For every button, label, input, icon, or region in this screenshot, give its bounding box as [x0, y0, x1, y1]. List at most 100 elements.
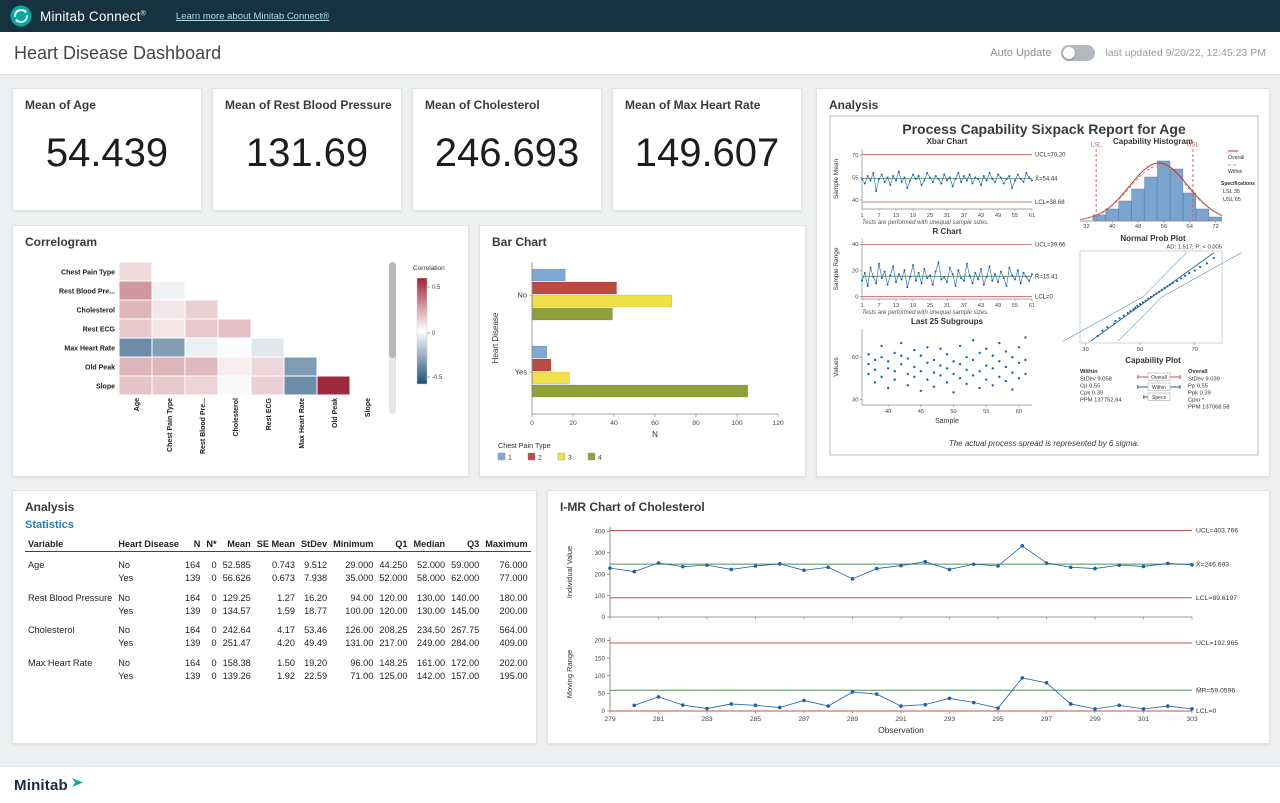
svg-text:55: 55	[983, 409, 989, 415]
svg-text:291: 291	[895, 716, 907, 723]
svg-text:400: 400	[594, 528, 605, 535]
svg-text:Cpk 0.39: Cpk 0.39	[1080, 391, 1103, 397]
svg-text:Sample Mean: Sample Mean	[833, 159, 840, 199]
svg-text:50: 50	[950, 409, 956, 415]
table-row: Yes139056.6260.6737.93835.00052.00058.00…	[25, 572, 531, 585]
statistics-tab-link[interactable]: Statistics	[25, 519, 74, 531]
svg-text:LCL=89.6197: LCL=89.6197	[1196, 595, 1237, 602]
svg-text:299: 299	[1089, 716, 1101, 723]
svg-text:-0.5: -0.5	[432, 375, 443, 381]
svg-text:Overall: Overall	[1151, 375, 1167, 381]
svg-text:20: 20	[569, 420, 577, 427]
svg-text:Slope: Slope	[96, 384, 115, 391]
correlogram-scrollbar[interactable]	[389, 262, 396, 414]
column-header: Mean	[220, 537, 254, 552]
auto-update-toggle[interactable]	[1061, 45, 1095, 61]
svg-text:StDev 9.058: StDev 9.058	[1080, 377, 1112, 383]
toggle-knob	[1063, 47, 1075, 59]
svg-text:Individual Value: Individual Value	[565, 546, 574, 598]
svg-text:Values: Values	[833, 357, 840, 377]
svg-text:13: 13	[893, 303, 899, 309]
svg-text:1: 1	[860, 213, 863, 219]
svg-text:Sample: Sample	[935, 418, 959, 425]
table-row: CholesterolNo1640242.644.1753.46126.0020…	[25, 617, 531, 637]
panel-title: Analysis	[817, 89, 1269, 112]
svg-text:Rest Blood Pre...: Rest Blood Pre...	[59, 289, 115, 296]
correlogram-card: Correlogram Chest Pain TypeRest Blood Pr…	[12, 225, 469, 477]
kpi-card-mean-max-hr: Mean of Max Heart Rate 149.607	[612, 88, 802, 211]
svg-text:37: 37	[961, 303, 967, 309]
panel-title: Bar Chart	[480, 226, 805, 249]
panel-title: I-MR Chart of Cholesterol	[548, 491, 1269, 514]
correlation-heatmap: Chest Pain Type Rest Blood Pre... Choleste…	[59, 262, 372, 454]
svg-text:StDev 9.039: StDev 9.039	[1188, 377, 1220, 383]
scrollbar-thumb[interactable]	[389, 262, 396, 358]
svg-text:283: 283	[701, 716, 713, 723]
svg-text:0: 0	[601, 614, 605, 621]
column-header: N*	[203, 537, 219, 552]
bar-chart-legend: Chest Pain Type1234	[498, 441, 602, 462]
moving-range-chart: 050100150200Moving RangeUCL=192.965M̄R=5…	[565, 637, 1238, 723]
svg-text:295: 295	[992, 716, 1004, 723]
kpi-card-mean-cholesterol: Mean of Cholesterol 246.693	[412, 88, 602, 211]
grouped-bar-chart: Heart DiseaseNoYes020406080100120N	[491, 262, 784, 439]
svg-text:0: 0	[530, 420, 534, 427]
svg-text:Cp 0.55: Cp 0.55	[1080, 384, 1100, 390]
svg-text:Max Heart Rate: Max Heart Rate	[64, 346, 115, 353]
svg-text:Rest ECG: Rest ECG	[266, 397, 273, 430]
learn-more-link[interactable]: Learn more about Minitab Connect®	[176, 11, 329, 22]
svg-text:285: 285	[750, 716, 762, 723]
correlation-legend: Correlation0.50-0.5	[413, 265, 445, 384]
process-capability-sixpack-report: Process Capability Sixpack Report for Ag…	[822, 115, 1262, 467]
svg-text:Normal Prob Plot: Normal Prob Plot	[1120, 234, 1186, 243]
brand-name: Minitab Connect®	[40, 9, 146, 24]
svg-text:Observation: Observation	[878, 725, 924, 735]
svg-text:7: 7	[877, 303, 880, 309]
svg-text:297: 297	[1041, 716, 1053, 723]
svg-text:20: 20	[852, 268, 858, 274]
column-header: Median	[411, 537, 449, 552]
title-bar: Heart Disease Dashboard Auto Update last…	[0, 32, 1280, 75]
svg-text:61: 61	[1029, 303, 1035, 309]
svg-text:60: 60	[651, 420, 659, 427]
column-header: StDev	[298, 537, 330, 552]
svg-text:PPM 137068.58: PPM 137068.58	[1188, 405, 1230, 411]
table-row: Yes1390251.474.2049.49131.00217.00249.00…	[25, 637, 531, 650]
table-row: Rest Blood PressureNo1640129.251.2716.20…	[25, 585, 531, 605]
svg-text:40: 40	[852, 242, 858, 248]
svg-text:Cholesterol: Cholesterol	[233, 398, 240, 437]
svg-text:1: 1	[860, 303, 863, 309]
svg-text:LSL: LSL	[1091, 143, 1102, 149]
svg-text:0: 0	[432, 331, 436, 337]
column-header: Maximum	[482, 537, 530, 552]
title-bar-right: Auto Update last updated 9/20/22, 12:45:…	[990, 32, 1266, 74]
svg-text:Rest Blood Pre...: Rest Blood Pre...	[200, 398, 207, 454]
kpi-card-mean-age: Mean of Age 54.439	[12, 88, 202, 211]
kpi-label: Mean of Rest Blood Pressure	[213, 89, 401, 112]
svg-text:No: No	[517, 291, 527, 300]
svg-text:LCL=0: LCL=0	[1035, 294, 1054, 300]
kpi-card-mean-rest-bp: Mean of Rest Blood Pressure 131.69	[212, 88, 402, 211]
table-row: AgeNo164052.5850.7439.51229.00044.25052.…	[25, 552, 531, 572]
svg-text:303: 303	[1186, 716, 1198, 723]
svg-text:Xbar Chart: Xbar Chart	[927, 137, 968, 146]
svg-text:289: 289	[847, 716, 859, 723]
column-header: Minimum	[330, 537, 376, 552]
table-row: Yes1390134.571.5918.77100.00120.00130.00…	[25, 604, 531, 617]
svg-text:Overall: Overall	[1228, 155, 1244, 161]
svg-text:60: 60	[852, 355, 858, 361]
svg-text:Chest Pain Type: Chest Pain Type	[61, 270, 115, 277]
svg-text:Ppk 0.39: Ppk 0.39	[1188, 391, 1211, 397]
svg-text:49: 49	[995, 213, 1001, 219]
svg-text:30: 30	[1082, 347, 1088, 353]
svg-text:43: 43	[978, 213, 984, 219]
svg-text:301: 301	[1138, 716, 1150, 723]
sixpack-analysis-card: Analysis Process Capability Sixpack Repo…	[816, 88, 1270, 477]
svg-text:Heart Disease: Heart Disease	[491, 312, 500, 363]
svg-text:Process Capability Sixpack Rep: Process Capability Sixpack Report for Ag…	[902, 121, 1186, 137]
svg-text:72: 72	[1212, 224, 1218, 230]
kpi-value: 149.607	[613, 131, 801, 176]
svg-text:31: 31	[944, 213, 950, 219]
svg-text:Age: Age	[134, 398, 141, 411]
svg-text:49: 49	[995, 303, 1001, 309]
